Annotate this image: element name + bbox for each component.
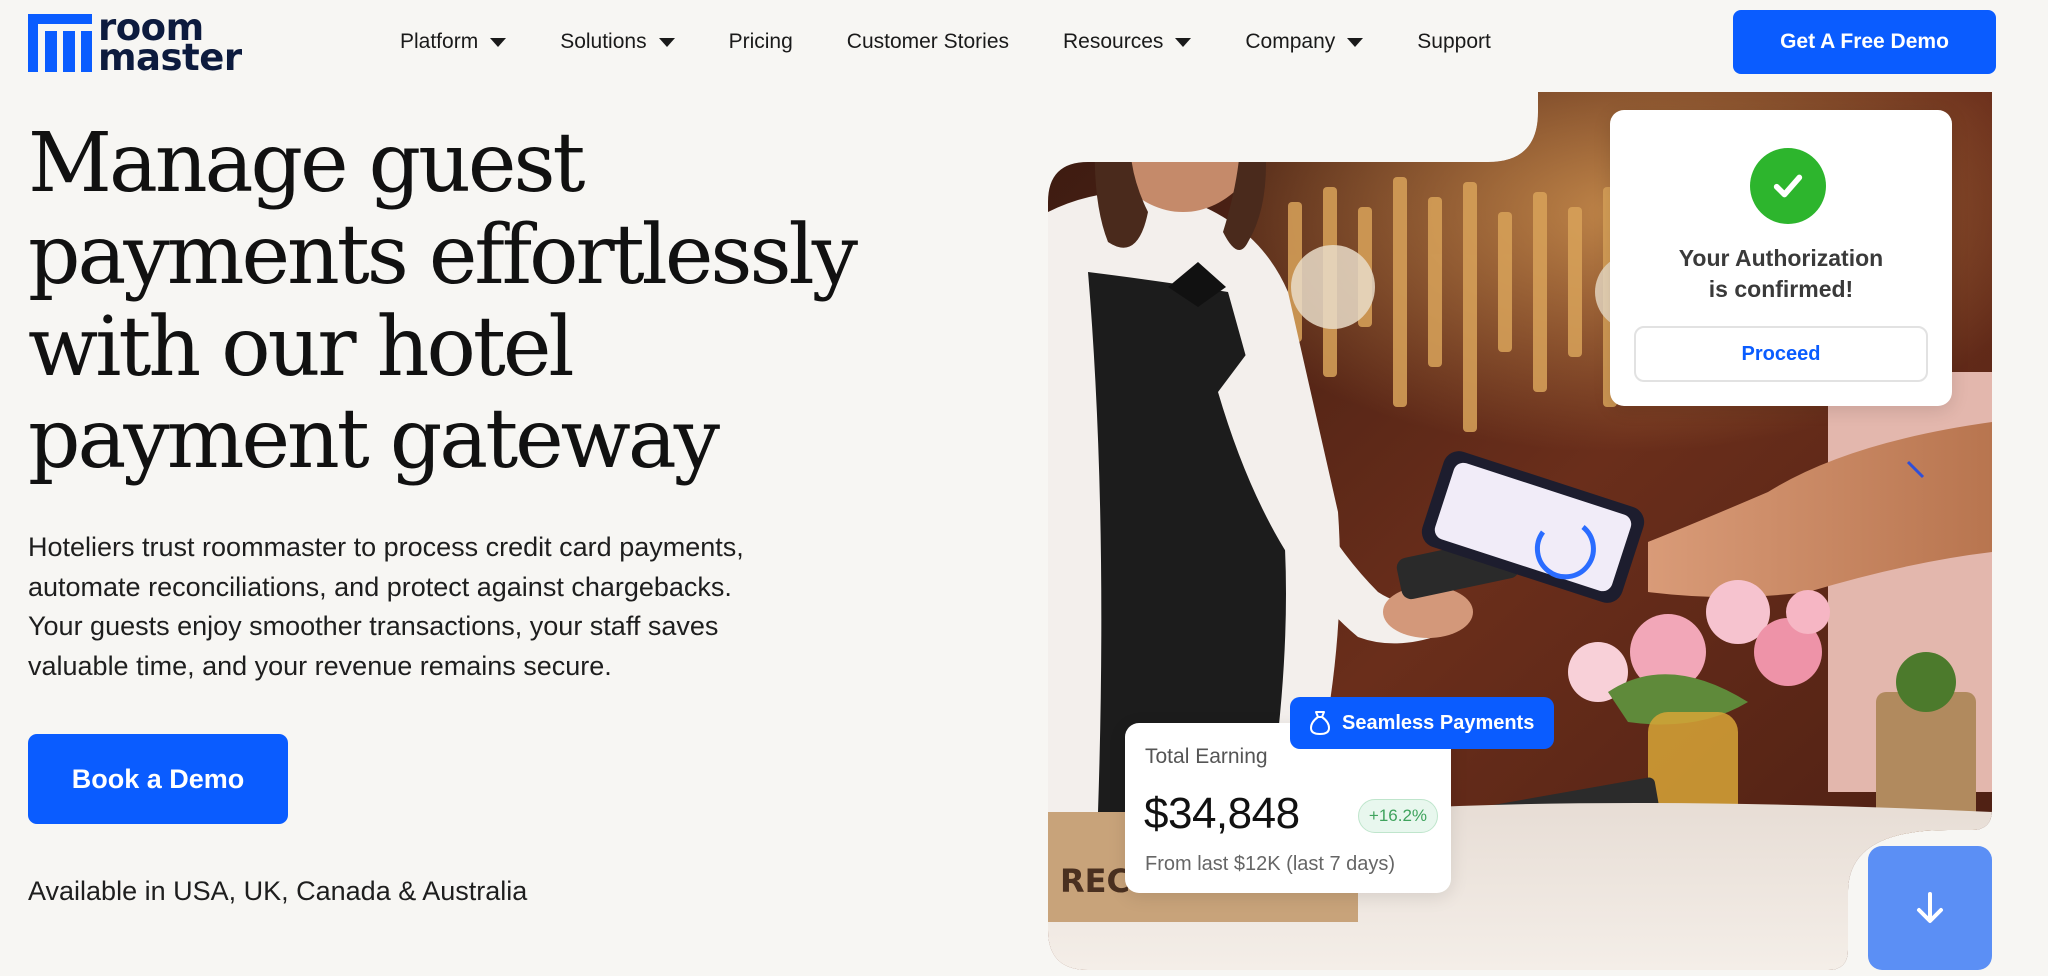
nav-resources[interactable]: Resources	[1063, 30, 1192, 54]
nav-customer-stories[interactable]: Customer Stories	[847, 30, 1009, 54]
chevron-down-icon	[1347, 37, 1364, 47]
nav-company[interactable]: Company	[1245, 30, 1364, 54]
chevron-down-icon	[490, 37, 507, 47]
availability-text: Available in USA, UK, Canada & Australia	[28, 876, 528, 906]
authorization-line-1: Your Authorization	[1678, 245, 1884, 271]
earning-change-badge: +16.2%	[1358, 799, 1438, 833]
earning-value: $34,848	[1144, 789, 1300, 838]
nav-customer-stories-label: Customer Stories	[846, 30, 1009, 53]
hero-title: Manage guest payments effortlessly with …	[28, 116, 858, 487]
site-header: room master Platform Solutions Pricing C…	[0, 0, 2048, 84]
nav-pricing[interactable]: Pricing	[729, 30, 793, 54]
main-nav: Platform Solutions Pricing Customer Stor…	[400, 22, 1545, 62]
earning-label: Total Earning	[1145, 745, 1268, 768]
logo-wordmark: room master	[98, 9, 242, 79]
authorization-message: Your Authorization is confirmed!	[1610, 243, 1952, 305]
book-demo-button[interactable]: Book a Demo	[28, 734, 288, 824]
earning-subtext: From last $12K (last 7 days)	[1145, 853, 1396, 875]
get-free-demo-button[interactable]: Get A Free Demo	[1733, 10, 1996, 74]
chevron-down-icon	[658, 37, 675, 47]
money-bag-icon	[1309, 711, 1331, 736]
chevron-down-icon	[1175, 37, 1192, 47]
seamless-payments-label: Seamless Payments	[1342, 711, 1535, 734]
authorization-card: Your Authorization is confirmed! Proceed	[1610, 110, 1952, 406]
nav-pricing-label: Pricing	[728, 30, 793, 53]
scroll-down-button[interactable]	[1868, 846, 1992, 970]
nav-solutions-label: Solutions	[560, 30, 647, 53]
hero-description: Hoteliers trust roommaster to process cr…	[28, 532, 744, 681]
proceed-button[interactable]: Proceed	[1634, 326, 1928, 382]
nav-platform[interactable]: Platform	[400, 30, 507, 54]
roommaster-logo[interactable]: room master	[28, 9, 242, 79]
nav-resources-label: Resources	[1063, 30, 1164, 53]
nav-support-label: Support	[1417, 30, 1491, 53]
check-icon	[1750, 148, 1826, 224]
svg-text:REC: REC	[1060, 862, 1130, 900]
authorization-line-2: is confirmed!	[1708, 276, 1854, 302]
logo-mark-icon	[28, 14, 92, 72]
arrow-down-icon	[1917, 892, 1943, 923]
nav-platform-label: Platform	[400, 30, 479, 53]
nav-support[interactable]: Support	[1417, 30, 1491, 54]
nav-company-label: Company	[1245, 30, 1336, 53]
seamless-payments-badge: Seamless Payments	[1290, 697, 1554, 749]
logo-line-2: master	[98, 36, 242, 79]
nav-solutions[interactable]: Solutions	[560, 30, 675, 54]
